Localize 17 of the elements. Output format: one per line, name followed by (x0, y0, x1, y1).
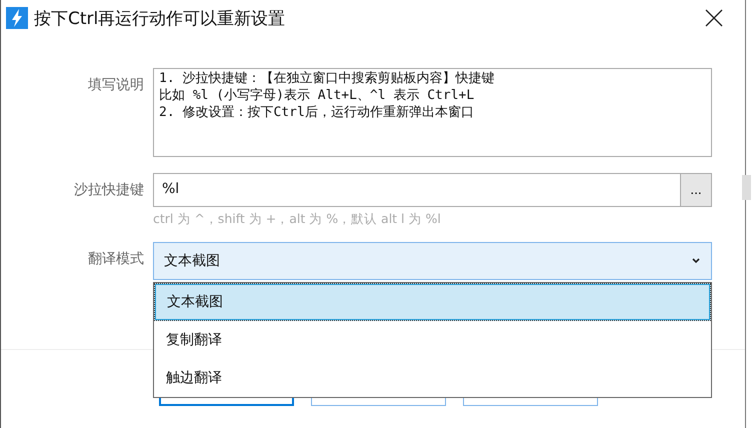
instruction-line: 1. 沙拉快捷键：【在独立窗口中搜索剪贴板内容】快捷键 (159, 70, 496, 87)
shortcut-field[interactable]: %l ... (153, 173, 712, 207)
scrollbar-thumb[interactable] (742, 175, 751, 200)
mode-dropdown[interactable]: 文本截图 (153, 242, 712, 280)
field-label: 沙拉快捷键 (73, 181, 144, 199)
close-icon[interactable] (705, 9, 723, 27)
hint-text: ctrl 为 ^，shift 为 +，alt 为 %，默认 alt l 为 %l (153, 211, 442, 228)
instruction-line: 比如 %l (小写字母)表示 Alt+L、^l 表示 Ctrl+L (159, 87, 476, 104)
window-title: 按下Ctrl再运行动作可以重新设置 (34, 8, 286, 30)
field-label: 翻译模式 (87, 250, 144, 268)
field-label: 填写说明 (87, 76, 144, 94)
instructions-field[interactable]: 1. 沙拉快捷键：【在独立窗口中搜索剪贴板内容】快捷键 比如 %l (小写字母)表示 Alt+L、^l 表示 Ctrl+L 2. 修改设置：按下Ctrl后，运行动作重新弹出本窗口 (153, 68, 712, 157)
chevron-icon (691, 257, 701, 265)
dropdown-option[interactable]: 文本截图 (154, 283, 711, 321)
instruction-line: 2. 修改设置：按下Ctrl后，运行动作重新弹出本窗口 (159, 104, 475, 121)
browse-button[interactable]: ... (680, 174, 711, 206)
lightning-icon (6, 7, 28, 29)
